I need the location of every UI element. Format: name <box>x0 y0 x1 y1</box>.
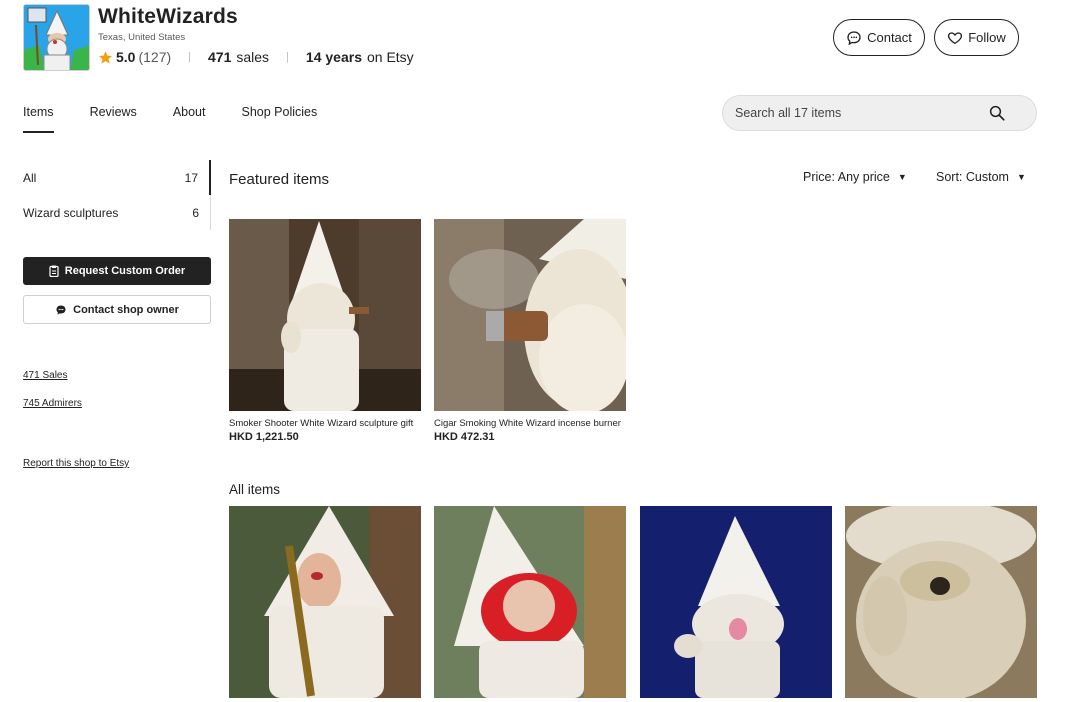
listing-title[interactable]: Smoker Shooter White Wizard sculpture gi… <box>229 418 421 429</box>
contact-shop-owner-label: Contact shop owner <box>73 303 179 316</box>
sidebar-item-count: 6 <box>192 205 199 220</box>
tab-shop-policies[interactable]: Shop Policies <box>241 105 317 133</box>
listing-image[interactable] <box>845 506 1037 698</box>
sidebar-item-label: Wizard sculptures <box>23 205 119 220</box>
report-shop-link[interactable]: Report this shop to Etsy <box>23 458 129 469</box>
tab-about[interactable]: About <box>173 105 206 133</box>
listing-price: HKD 472.31 <box>434 431 495 443</box>
listing-title[interactable]: Cigar Smoking White Wizard incense burne… <box>434 418 626 429</box>
sort-label: Sort: Custom <box>936 170 1009 184</box>
sort-dropdown[interactable]: Sort: Custom ▼ <box>936 170 1026 184</box>
wizard-logo-image <box>24 5 89 70</box>
shop-header: WhiteWizards Texas, United States 5.0 (1… <box>23 4 1033 72</box>
listing-price: HKD 1,221.50 <box>229 431 299 443</box>
years-on-etsy: 14 years <box>305 49 362 65</box>
featured-items-heading: Featured items <box>229 171 330 188</box>
listing-image[interactable] <box>229 506 421 698</box>
sales-link[interactable]: 471 Sales <box>23 370 67 381</box>
listing-card[interactable]: Cigar Smoking White Wizard incense burne… <box>434 219 626 443</box>
shop-stats: 5.0 (127) | 471 sales | 14 years on Etsy <box>98 48 414 66</box>
shop-name: WhiteWizards <box>98 5 238 28</box>
sidebar-item-label: All <box>23 170 37 185</box>
admirers-link[interactable]: 745 Admirers <box>23 398 82 409</box>
contact-button[interactable]: Contact <box>833 19 925 56</box>
sidebar-item-wizard-sculptures[interactable]: Wizard sculptures 6 <box>23 195 211 230</box>
sales-label: sales <box>236 49 270 65</box>
shop-avatar[interactable] <box>23 4 90 71</box>
listing-image[interactable] <box>434 506 626 698</box>
shop-location: Texas, United States <box>98 32 186 43</box>
listing-card[interactable]: Smoker Shooter White Wizard sculpture gi… <box>229 219 421 443</box>
stats-divider: | <box>188 51 192 63</box>
listing-card[interactable] <box>229 506 421 698</box>
follow-button[interactable]: Follow <box>934 19 1019 56</box>
contact-button-label: Contact <box>867 30 912 45</box>
listing-card[interactable] <box>434 506 626 698</box>
sidebar: All 17 Wizard sculptures 6 Request Custo… <box>23 160 211 469</box>
tab-items[interactable]: Items <box>23 105 54 133</box>
sales-count: 471 <box>208 49 232 65</box>
listing-card[interactable] <box>845 506 1037 698</box>
shop-search <box>722 95 1037 131</box>
chat-bubble-icon <box>847 30 861 45</box>
search-input[interactable] <box>735 96 985 130</box>
caret-down-icon: ▼ <box>897 172 907 182</box>
price-filter-label: Price: Any price <box>803 170 890 184</box>
listing-image[interactable] <box>229 219 421 411</box>
listing-image[interactable] <box>640 506 832 698</box>
clipboard-icon <box>49 265 59 277</box>
follow-button-label: Follow <box>968 30 1006 45</box>
heart-icon <box>948 31 963 44</box>
chat-bubble-icon <box>56 305 66 314</box>
request-custom-order-button[interactable]: Request Custom Order <box>23 257 211 285</box>
listing-image[interactable] <box>434 219 626 411</box>
contact-shop-owner-button[interactable]: Contact shop owner <box>23 295 211 324</box>
star-icon <box>98 50 113 64</box>
tab-reviews[interactable]: Reviews <box>90 105 137 133</box>
price-filter-dropdown[interactable]: Price: Any price ▼ <box>803 170 907 184</box>
rating-value: 5.0 <box>116 49 136 65</box>
caret-down-icon: ▼ <box>1016 172 1026 182</box>
shop-tabs: Items Reviews About Shop Policies <box>23 105 353 133</box>
request-custom-order-label: Request Custom Order <box>64 265 186 277</box>
stats-divider: | <box>286 51 289 63</box>
search-icon[interactable] <box>988 104 1006 122</box>
listing-card[interactable] <box>640 506 832 698</box>
years-on-etsy-suffix: on Etsy <box>366 49 414 65</box>
review-count[interactable]: (127) <box>138 49 171 65</box>
all-items-heading: All items <box>229 482 281 497</box>
sidebar-item-count: 17 <box>184 170 198 185</box>
sidebar-item-all[interactable]: All 17 <box>23 160 211 195</box>
